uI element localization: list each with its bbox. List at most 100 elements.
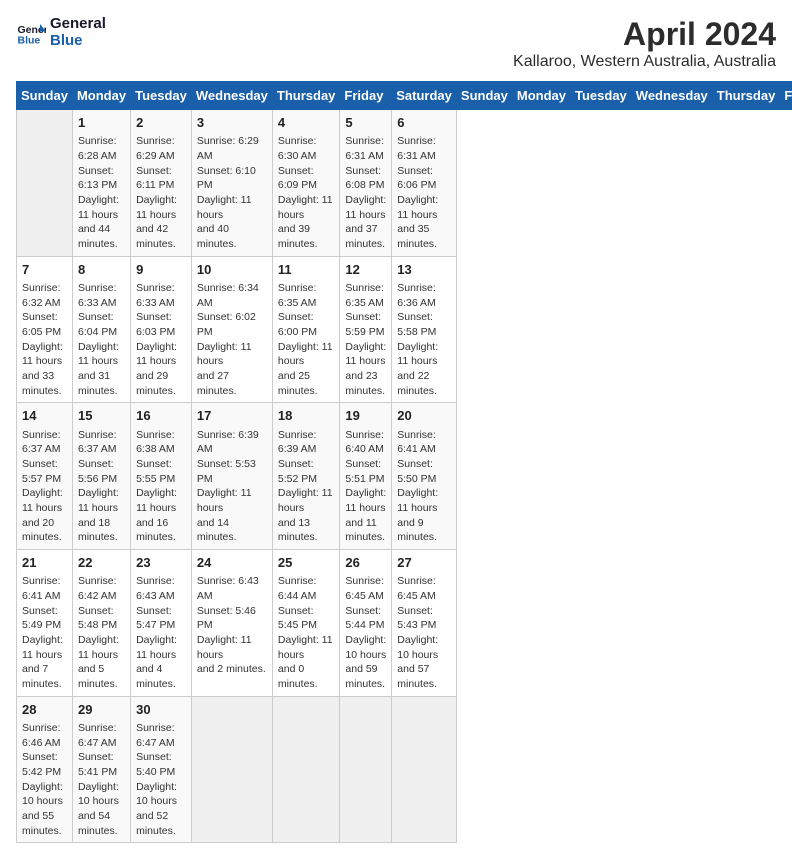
day-header-monday: Monday	[72, 82, 130, 110]
day-info: Sunrise: 6:35 AMSunset: 5:59 PMDaylight:…	[345, 281, 386, 399]
day-info: Sunrise: 6:43 AMSunset: 5:47 PMDaylight:…	[136, 574, 186, 692]
day-info: Sunrise: 6:43 AMSunset: 5:46 PMDaylight:…	[197, 574, 267, 677]
calendar-cell	[272, 696, 340, 843]
calendar-cell: 1 Sunrise: 6:28 AMSunset: 6:13 PMDaylight…	[72, 110, 130, 257]
day-info: Sunrise: 6:36 AMSunset: 5:58 PMDaylight:…	[397, 281, 451, 399]
calendar-cell: 15Sunrise: 6:37 AMSunset: 5:56 PMDayligh…	[72, 403, 130, 550]
calendar-cell: 25Sunrise: 6:44 AMSunset: 5:45 PMDayligh…	[272, 550, 340, 697]
day-info: Sunrise: 6:38 AMSunset: 5:55 PMDaylight:…	[136, 428, 186, 546]
calendar-cell	[17, 110, 73, 257]
day-number: 7	[22, 261, 67, 279]
calendar-cell: 24 Sunrise: 6:43 AMSunset: 5:46 PMDayligh…	[191, 550, 272, 697]
day-number: 11	[278, 261, 335, 279]
logo-text-line2: Blue	[50, 33, 106, 50]
day-info: Sunrise: 6:47 AMSunset: 5:41 PMDaylight:…	[78, 721, 125, 839]
calendar-cell: 28 Sunrise: 6:46 AMSunset: 5:42 PMDayligh…	[17, 696, 73, 843]
calendar-cell: 2 Sunrise: 6:29 AMSunset: 6:11 PMDaylight…	[131, 110, 192, 257]
logo: General Blue General Blue	[16, 16, 106, 49]
day-info: Sunrise: 6:47 AMSunset: 5:40 PMDaylight:…	[136, 721, 186, 839]
logo-icon: General Blue	[16, 18, 46, 48]
day-header-tuesday: Tuesday	[571, 82, 632, 110]
day-number: 21	[22, 554, 67, 572]
calendar-cell	[340, 696, 392, 843]
calendar-cell: 10 Sunrise: 6:34 AMSunset: 6:02 PMDayligh…	[191, 256, 272, 403]
calendar-table: SundayMondayTuesdayWednesdayThursdayFrid…	[16, 81, 792, 843]
day-number: 27	[397, 554, 451, 572]
day-number: 17	[197, 407, 267, 425]
day-header-thursday: Thursday	[272, 82, 340, 110]
calendar-cell: 17 Sunrise: 6:39 AMSunset: 5:53 PMDayligh…	[191, 403, 272, 550]
day-number: 12	[345, 261, 386, 279]
day-number: 4	[278, 114, 335, 132]
day-info: Sunrise: 6:42 AMSunset: 5:48 PMDaylight:…	[78, 574, 125, 692]
day-info: Sunrise: 6:28 AMSunset: 6:13 PMDaylight:…	[78, 134, 125, 252]
calendar-cell	[191, 696, 272, 843]
day-info: Sunrise: 6:33 AMSunset: 6:03 PMDaylight:…	[136, 281, 186, 399]
calendar-cell	[392, 696, 457, 843]
calendar-cell: 6Sunrise: 6:31 AMSunset: 6:06 PMDaylight…	[392, 110, 457, 257]
day-number: 26	[345, 554, 386, 572]
day-header-tuesday: Tuesday	[131, 82, 192, 110]
page-subtitle: Kallaroo, Western Australia, Australia	[513, 53, 776, 71]
day-number: 20	[397, 407, 451, 425]
day-number: 18	[278, 407, 335, 425]
day-info: Sunrise: 6:39 AMSunset: 5:53 PMDaylight:…	[197, 428, 267, 546]
day-info: Sunrise: 6:46 AMSunset: 5:42 PMDaylight:…	[22, 721, 67, 839]
svg-text:Blue: Blue	[18, 34, 41, 46]
calendar-cell: 9 Sunrise: 6:33 AMSunset: 6:03 PMDaylight…	[131, 256, 192, 403]
day-info: Sunrise: 6:29 AMSunset: 6:11 PMDaylight:…	[136, 134, 186, 252]
day-number: 29	[78, 701, 125, 719]
day-number: 16	[136, 407, 186, 425]
day-number: 10	[197, 261, 267, 279]
day-info: Sunrise: 6:41 AMSunset: 5:50 PMDaylight:…	[397, 428, 451, 546]
page-header: General Blue General Blue April 2024 Kal…	[16, 16, 776, 71]
calendar-cell: 16 Sunrise: 6:38 AMSunset: 5:55 PMDayligh…	[131, 403, 192, 550]
day-number: 2	[136, 114, 186, 132]
day-info: Sunrise: 6:31 AMSunset: 6:08 PMDaylight:…	[345, 134, 386, 252]
day-header-sunday: Sunday	[456, 82, 512, 110]
calendar-cell: 12 Sunrise: 6:35 AMSunset: 5:59 PMDayligh…	[340, 256, 392, 403]
day-number: 9	[136, 261, 186, 279]
day-info: Sunrise: 6:37 AMSunset: 5:56 PMDaylight:…	[78, 428, 125, 546]
calendar-week-2: 7 Sunrise: 6:32 AMSunset: 6:05 PMDaylight…	[17, 256, 792, 403]
calendar-cell: 13 Sunrise: 6:36 AMSunset: 5:58 PMDayligh…	[392, 256, 457, 403]
day-info: Sunrise: 6:34 AMSunset: 6:02 PMDaylight:…	[197, 281, 267, 399]
day-number: 1	[78, 114, 125, 132]
logo-text-line1: General	[50, 16, 106, 33]
day-info: Sunrise: 6:37 AMSunset: 5:57 PMDaylight:…	[22, 428, 67, 546]
calendar-cell: 8Sunrise: 6:33 AMSunset: 6:04 PMDaylight…	[72, 256, 130, 403]
day-header-thursday: Thursday	[712, 82, 780, 110]
calendar-cell: 30 Sunrise: 6:47 AMSunset: 5:40 PMDayligh…	[131, 696, 192, 843]
calendar-cell: 14 Sunrise: 6:37 AMSunset: 5:57 PMDayligh…	[17, 403, 73, 550]
day-number: 23	[136, 554, 186, 572]
day-info: Sunrise: 6:32 AMSunset: 6:05 PMDaylight:…	[22, 281, 67, 399]
day-info: Sunrise: 6:39 AMSunset: 5:52 PMDaylight:…	[278, 428, 335, 546]
calendar-cell: 22Sunrise: 6:42 AMSunset: 5:48 PMDayligh…	[72, 550, 130, 697]
calendar-cell: 23 Sunrise: 6:43 AMSunset: 5:47 PMDayligh…	[131, 550, 192, 697]
day-info: Sunrise: 6:30 AMSunset: 6:09 PMDaylight:…	[278, 134, 335, 252]
calendar-cell: 27Sunrise: 6:45 AMSunset: 5:43 PMDayligh…	[392, 550, 457, 697]
day-header-wednesday: Wednesday	[631, 82, 712, 110]
calendar-week-4: 21Sunrise: 6:41 AMSunset: 5:49 PMDayligh…	[17, 550, 792, 697]
day-info: Sunrise: 6:45 AMSunset: 5:44 PMDaylight:…	[345, 574, 386, 692]
day-number: 30	[136, 701, 186, 719]
calendar-week-3: 14 Sunrise: 6:37 AMSunset: 5:57 PMDayligh…	[17, 403, 792, 550]
calendar-cell: 18 Sunrise: 6:39 AMSunset: 5:52 PMDayligh…	[272, 403, 340, 550]
day-number: 3	[197, 114, 267, 132]
calendar-cell: 3Sunrise: 6:29 AMSunset: 6:10 PMDaylight…	[191, 110, 272, 257]
title-block: April 2024 Kallaroo, Western Australia, …	[513, 16, 776, 71]
day-number: 25	[278, 554, 335, 572]
day-number: 14	[22, 407, 67, 425]
day-number: 5	[345, 114, 386, 132]
day-number: 24	[197, 554, 267, 572]
calendar-cell: 11Sunrise: 6:35 AMSunset: 6:00 PMDayligh…	[272, 256, 340, 403]
day-number: 8	[78, 261, 125, 279]
day-number: 6	[397, 114, 451, 132]
day-header-friday: Friday	[780, 82, 792, 110]
day-number: 28	[22, 701, 67, 719]
day-number: 19	[345, 407, 386, 425]
day-header-saturday: Saturday	[392, 82, 457, 110]
day-info: Sunrise: 6:40 AMSunset: 5:51 PMDaylight:…	[345, 428, 386, 546]
day-number: 13	[397, 261, 451, 279]
calendar-header-row: SundayMondayTuesdayWednesdayThursdayFrid…	[17, 82, 792, 110]
